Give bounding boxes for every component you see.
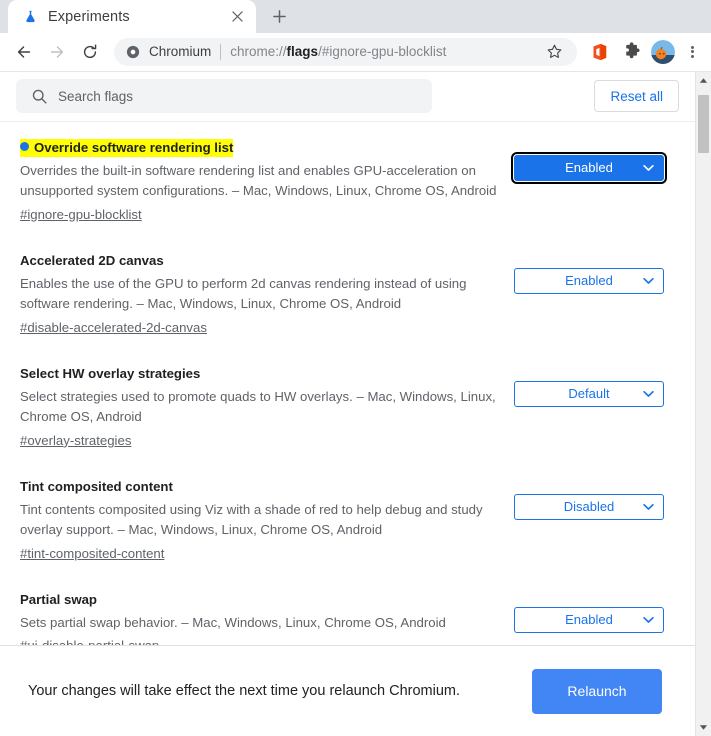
three-dot-menu-icon[interactable] [680,39,704,65]
flag-anchor-link[interactable]: #tint-composited-content [20,544,164,564]
flag-title: Partial swap [20,591,97,609]
flag-info: Partial swap Sets partial swap behavior.… [20,591,500,645]
flag-description: Sets partial swap behavior. – Mac, Windo… [20,614,446,630]
flag-select-dropdown[interactable]: Enabled [514,267,664,294]
flag-control: Default [512,365,664,407]
url-bold-segment: flags [286,44,319,60]
flag-control: Enabled [512,252,664,294]
search-flags-box[interactable] [16,79,432,114]
flag-select-dropdown[interactable]: Default [514,380,664,407]
flag-title: Accelerated 2D canvas [20,252,164,270]
flag-description: Overrides the built-in software renderin… [20,162,497,199]
url-text: chrome://flags/#ignore-gpu-blocklist [230,44,533,59]
bookmark-star-icon[interactable] [541,39,567,65]
flag-anchor-link[interactable]: #overlay-strategies [20,431,131,451]
flag-select-value: Default [568,386,610,402]
flag-info: Accelerated 2D canvas Enables the use of… [20,252,500,338]
flag-description: Tint contents composited using Viz with … [20,501,483,538]
tab-strip: Experiments [0,0,711,33]
back-arrow-icon[interactable] [9,37,38,66]
flag-title-text: Accelerated 2D canvas [20,252,164,268]
address-bar[interactable]: Chromium chrome://flags/#ignore-gpu-bloc… [114,37,577,66]
office-extension-icon[interactable] [586,39,612,65]
scroll-down-arrow-icon[interactable] [696,719,711,736]
chevron-down-icon [643,277,654,284]
page-scrollbar[interactable] [695,71,711,736]
flag-row: Accelerated 2D canvas Enables the use of… [0,235,695,348]
flag-select-value: Disabled [563,499,615,515]
chevron-down-icon [643,616,654,623]
chevron-down-icon [643,164,654,171]
relaunch-bar: Your changes will take effect the next t… [0,645,695,736]
omnibox-divider [220,43,222,60]
flag-title: Tint composited content [20,478,173,496]
flags-page: Reset all Override software rendering li… [0,71,695,736]
flag-list: Override software rendering list Overrid… [0,122,695,645]
menu-dot [690,50,694,54]
browser-window: Experiments Chromium chrome://flags/#ign… [0,0,711,736]
menu-dot [690,45,694,49]
url-prefix: chrome:// [230,44,287,60]
flag-row: Override software rendering list Overrid… [0,122,695,235]
scroll-up-arrow-icon[interactable] [696,72,711,89]
origin-label: Chromium [149,44,212,60]
flag-title: Override software rendering list [20,138,234,157]
close-icon[interactable] [228,8,246,26]
flask-icon [22,8,39,25]
flag-select-dropdown[interactable]: Enabled [514,606,664,633]
flag-row: Select HW overlay strategies Select stra… [0,348,695,461]
flag-anchor-link[interactable]: #disable-accelerated-2d-canvas [20,318,207,338]
page-viewport: Reset all Override software rendering li… [0,71,711,736]
flag-control: Enabled [511,139,667,184]
puzzle-piece-icon[interactable] [618,39,644,65]
flag-select-value: Enabled [565,160,613,176]
search-input[interactable] [58,88,418,104]
flag-info: Override software rendering list Overrid… [20,138,500,225]
flag-select-dropdown[interactable]: Disabled [514,493,664,520]
flag-title: Select HW overlay strategies [20,365,200,383]
chevron-down-icon [643,390,654,397]
forward-arrow-icon [42,37,71,66]
relaunch-message: Your changes will take effect the next t… [28,683,461,699]
flag-description: Enables the use of the GPU to perform 2d… [20,275,467,312]
flag-select-dropdown[interactable]: Enabled [511,151,667,184]
flag-anchor-link[interactable]: #ui-disable-partial-swap [20,636,159,645]
relaunch-button[interactable]: Relaunch [532,668,662,714]
scrollbar-track[interactable] [696,89,711,719]
flag-row: Partial swap Sets partial swap behavior.… [0,574,695,645]
flag-anchor-link[interactable]: #ignore-gpu-blocklist [20,205,142,225]
flag-title-text: Partial swap [20,591,97,607]
flag-title-text: Tint composited content [20,478,173,494]
flag-row: Tint composited content Tint contents co… [0,461,695,574]
flag-title-text: Override software rendering list [34,139,234,155]
url-suffix: /#ignore-gpu-blocklist [318,44,447,60]
flag-control: Enabled [512,591,664,633]
flag-info: Select HW overlay strategies Select stra… [20,365,500,451]
reload-icon[interactable] [75,37,104,66]
browser-toolbar: Chromium chrome://flags/#ignore-gpu-bloc… [0,33,711,72]
profile-avatar[interactable] [651,39,675,64]
reset-all-button[interactable]: Reset all [594,80,679,113]
new-tab-button[interactable] [265,2,293,30]
search-row: Reset all [0,71,695,122]
menu-dot [690,54,694,58]
flag-select-value: Enabled [565,273,613,289]
scrollbar-thumb[interactable] [697,94,709,153]
flag-select-value: Enabled [565,612,613,628]
flag-title-text: Select HW overlay strategies [20,365,201,381]
search-icon [30,87,48,105]
tab-title: Experiments [48,8,130,25]
flag-control: Disabled [512,478,664,520]
tab-experiments[interactable]: Experiments [8,0,256,33]
chromium-globe-icon [125,44,141,60]
flag-description: Select strategies used to promote quads … [20,388,496,425]
flag-modified-dot-icon [20,141,29,151]
flag-info: Tint composited content Tint contents co… [20,478,500,564]
chevron-down-icon [643,503,654,510]
